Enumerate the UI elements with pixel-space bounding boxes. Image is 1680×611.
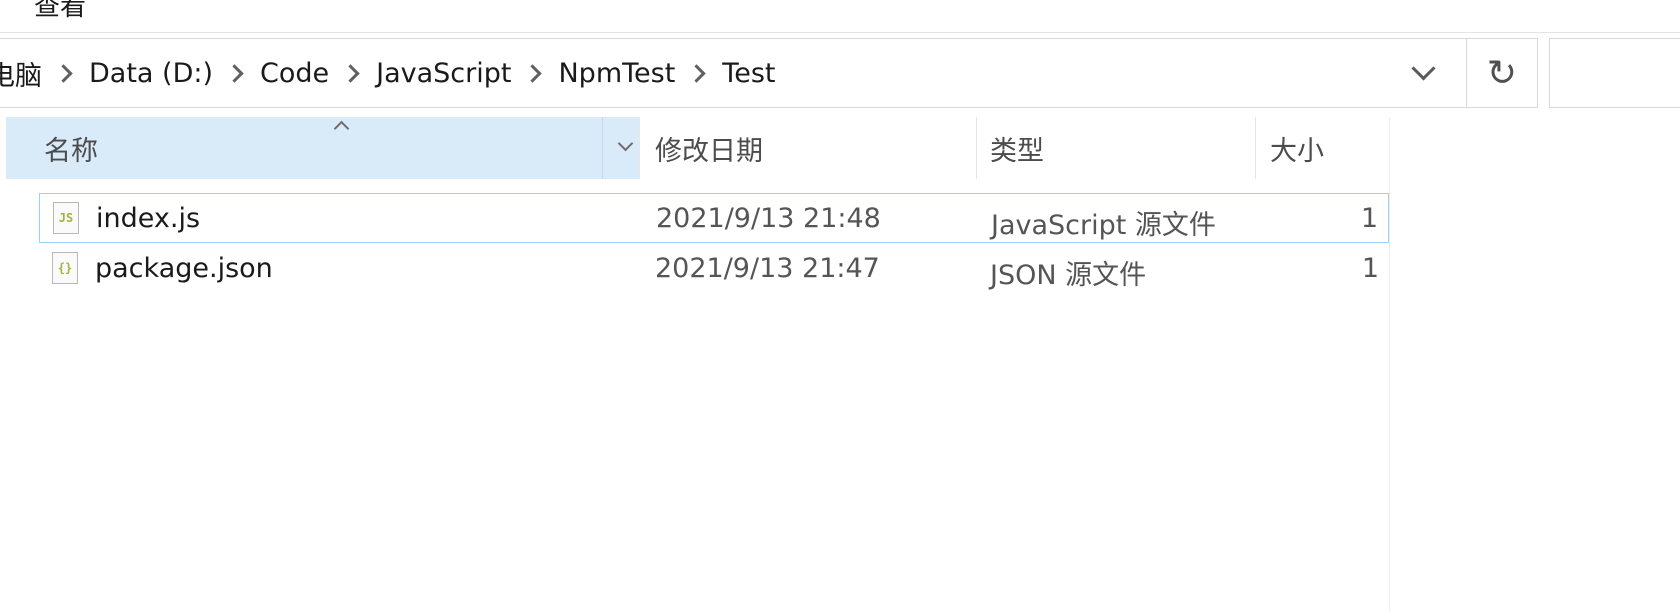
column-header-name-label: 名称 bbox=[44, 135, 98, 167]
column-header-divider bbox=[602, 117, 603, 179]
breadcrumb-code[interactable]: Code bbox=[259, 58, 330, 89]
column-filter-dropdown-icon[interactable] bbox=[617, 135, 634, 152]
sort-ascending-icon bbox=[333, 120, 350, 137]
file-row-index-js[interactable]: JS index.js 2021/9/13 21:48 JavaScript 源… bbox=[39, 193, 1389, 243]
search-input[interactable] bbox=[1549, 38, 1680, 108]
breadcrumb-separator-icon[interactable] bbox=[341, 63, 360, 83]
breadcrumb-npmtest[interactable]: NpmTest bbox=[557, 58, 676, 89]
ribbon-divider bbox=[0, 32, 1680, 33]
breadcrumb-drive-d[interactable]: Data (D:) bbox=[88, 58, 214, 89]
column-header-date-modified[interactable]: 修改日期 bbox=[640, 117, 977, 179]
column-header-size[interactable]: 大小 bbox=[1256, 117, 1390, 179]
column-header-size-label: 大小 bbox=[1270, 135, 1324, 167]
breadcrumb: 电脑 Data (D:) Code JavaScript NpmTest Tes… bbox=[0, 39, 776, 107]
breadcrumb-test[interactable]: Test bbox=[721, 58, 776, 89]
address-bar[interactable]: 电脑 Data (D:) Code JavaScript NpmTest Tes… bbox=[0, 38, 1467, 108]
chevron-down-icon[interactable] bbox=[1411, 56, 1436, 81]
column-header-name[interactable]: 名称 bbox=[6, 117, 640, 179]
breadcrumb-this-pc[interactable]: 电脑 bbox=[0, 54, 43, 93]
breadcrumb-separator-icon[interactable] bbox=[523, 63, 543, 83]
file-row-package-json[interactable]: {} package.json 2021/9/13 21:47 JSON 源文件… bbox=[39, 244, 1389, 294]
column-header-type[interactable]: 类型 bbox=[977, 117, 1256, 179]
file-type: JSON 源文件 bbox=[990, 260, 1147, 291]
refresh-button[interactable]: ↻ bbox=[1466, 38, 1538, 108]
breadcrumb-javascript[interactable]: JavaScript bbox=[375, 58, 512, 89]
file-size: 1 bbox=[1360, 203, 1378, 234]
file-date-modified: 2021/9/13 21:48 bbox=[656, 203, 881, 234]
column-header-row: 名称 修改日期 类型 大小 bbox=[0, 117, 1390, 179]
column-header-type-label: 类型 bbox=[990, 135, 1044, 167]
file-type: JavaScript 源文件 bbox=[991, 210, 1216, 241]
breadcrumb-separator-icon[interactable] bbox=[687, 63, 706, 83]
javascript-file-icon: JS bbox=[53, 202, 79, 234]
column-header-date-label: 修改日期 bbox=[655, 135, 763, 167]
column-end-divider bbox=[1389, 117, 1390, 611]
breadcrumb-separator-icon[interactable] bbox=[54, 63, 73, 83]
file-name[interactable]: index.js bbox=[96, 203, 200, 234]
file-size: 1 bbox=[1361, 253, 1379, 284]
json-file-icon: {} bbox=[52, 252, 78, 284]
file-date-modified: 2021/9/13 21:47 bbox=[655, 253, 880, 284]
ribbon-tab-view[interactable]: 查看 bbox=[34, 0, 86, 23]
refresh-icon: ↻ bbox=[1486, 52, 1518, 94]
file-name[interactable]: package.json bbox=[95, 253, 273, 284]
breadcrumb-separator-icon[interactable] bbox=[225, 63, 244, 83]
